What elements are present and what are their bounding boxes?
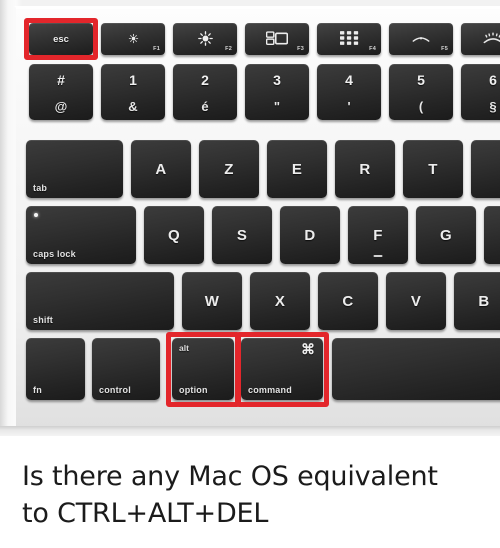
key-a[interactable]: A [131, 140, 191, 198]
key-command-label: command [248, 385, 292, 395]
key-f2[interactable]: F2 [173, 23, 237, 55]
key-t[interactable]: T [403, 140, 463, 198]
key-5-upper: 5 [417, 71, 425, 88]
key-1[interactable]: 1 & [101, 64, 165, 120]
caps-lock-indicator-icon [34, 213, 38, 217]
key-1-lower: & [128, 99, 138, 115]
key-z[interactable]: Z [199, 140, 259, 198]
key-d-label: D [304, 226, 316, 244]
key-2-upper: 2 [201, 71, 209, 88]
key-f4-label: F4 [369, 46, 376, 52]
key-f5[interactable]: F5 [389, 23, 453, 55]
key-c[interactable]: C [318, 272, 378, 330]
key-space[interactable] [332, 338, 500, 400]
key-caps-lock[interactable]: caps lock [26, 206, 136, 264]
key-tab-label: tab [33, 183, 48, 193]
key-s[interactable]: S [212, 206, 272, 264]
key-3-upper: 3 [273, 71, 281, 88]
key-e-label: E [291, 160, 303, 178]
key-q[interactable]: Q [144, 206, 204, 264]
key-control[interactable]: control [92, 338, 160, 400]
keyboard-photo: esc F1 F2 F3 F4 F5 # @ 1 & 2 é 3 " 4 ' 5… [0, 0, 500, 436]
command-symbol-icon: ⌘ [301, 341, 315, 357]
key-f2-label: F2 [225, 46, 232, 52]
key-t-label: T [428, 160, 438, 178]
key-option[interactable]: alt option [172, 338, 234, 400]
caption-block: Is there any Mac OS equivalent to CTRL+A… [0, 436, 500, 548]
key-hash-at-lower: @ [54, 99, 68, 115]
key-home-row-partial[interactable] [484, 206, 500, 264]
key-esc[interactable]: esc [29, 23, 93, 55]
key-3[interactable]: 3 " [245, 64, 309, 120]
key-g[interactable]: G [416, 206, 476, 264]
key-w-label: W [204, 292, 220, 310]
key-5-lower: ( [418, 99, 424, 115]
key-6[interactable]: 6 § [461, 64, 500, 120]
key-f[interactable]: F [348, 206, 408, 264]
key-3-lower: " [273, 99, 281, 115]
key-x-label: X [274, 292, 286, 310]
key-2[interactable]: 2 é [173, 64, 237, 120]
key-tab[interactable]: tab [26, 140, 123, 198]
key-2-lower: é [201, 99, 209, 115]
key-tab-row-partial[interactable] [471, 140, 500, 198]
key-e[interactable]: E [267, 140, 327, 198]
key-4[interactable]: 4 ' [317, 64, 381, 120]
key-r-label: R [359, 160, 371, 178]
caption-line-1: Is there any Mac OS equivalent [22, 461, 438, 492]
key-w[interactable]: W [182, 272, 242, 330]
key-z-label: Z [224, 160, 234, 178]
key-f5-label: F5 [441, 46, 448, 52]
key-caps-lock-label: caps lock [33, 249, 76, 259]
caption-line-2: to CTRL+ALT+DEL [22, 498, 269, 530]
key-shift[interactable]: shift [26, 272, 174, 330]
key-r[interactable]: R [335, 140, 395, 198]
key-fn-label: fn [33, 385, 42, 395]
key-f3[interactable]: F3 [245, 23, 309, 55]
key-f3-label: F3 [297, 46, 304, 52]
key-v-label: V [410, 292, 422, 310]
key-x[interactable]: X [250, 272, 310, 330]
key-b-label: B [478, 292, 490, 310]
key-g-label: G [440, 226, 452, 244]
home-row-bump-icon [373, 255, 383, 257]
key-f1[interactable]: F1 [101, 23, 165, 55]
key-fn[interactable]: fn [26, 338, 85, 400]
key-5[interactable]: 5 ( [389, 64, 453, 120]
key-v[interactable]: V [386, 272, 446, 330]
key-f4[interactable]: F4 [317, 23, 381, 55]
key-6-upper: 6 [489, 71, 497, 88]
key-f6[interactable]: F6 [461, 23, 500, 55]
key-d[interactable]: D [280, 206, 340, 264]
key-hash-at[interactable]: # @ [29, 64, 93, 120]
key-b[interactable]: B [454, 272, 500, 330]
key-option-alt-label: alt [179, 343, 189, 353]
key-f1-label: F1 [153, 46, 160, 52]
key-1-upper: 1 [129, 71, 137, 88]
key-a-label: A [155, 160, 167, 178]
key-c-label: C [342, 292, 354, 310]
keyboard-backlight-up-icon [461, 27, 500, 49]
key-4-upper: 4 [345, 71, 353, 88]
key-q-label: Q [168, 226, 180, 244]
keyboard-bottom-edge [0, 426, 500, 436]
key-esc-label: esc [53, 33, 69, 45]
key-command[interactable]: ⌘ command [241, 338, 323, 400]
key-control-label: control [99, 385, 131, 395]
key-6-lower: § [489, 99, 497, 115]
key-shift-label: shift [33, 315, 53, 325]
key-4-lower: ' [347, 99, 351, 115]
key-option-label: option [179, 385, 208, 395]
key-hash-at-upper: # [57, 71, 65, 88]
key-s-label: S [236, 226, 248, 244]
